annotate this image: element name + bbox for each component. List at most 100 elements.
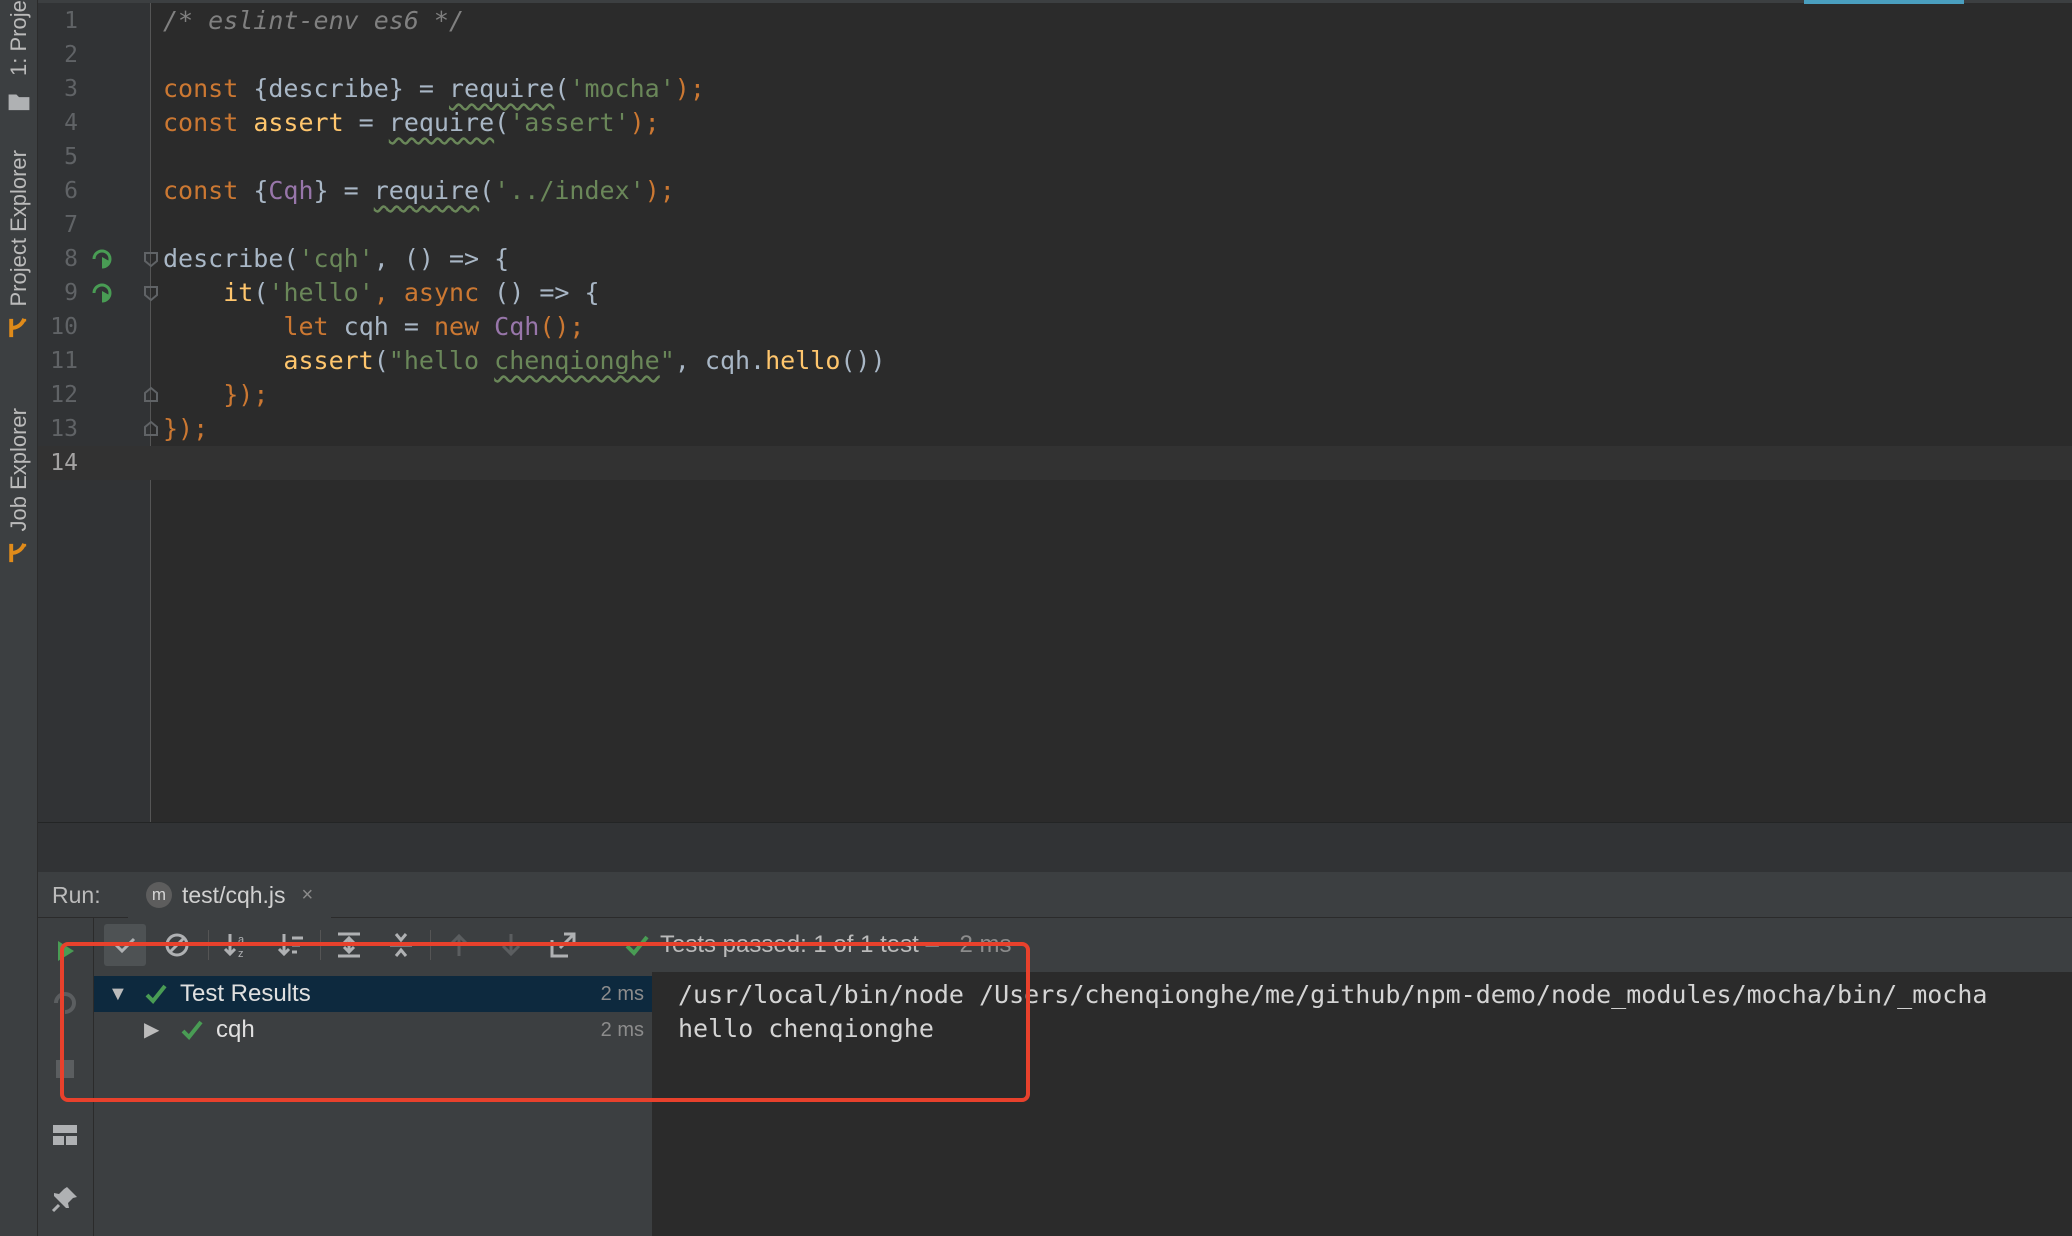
code-line[interactable]: 6 const {Cqh} = require('../index'); bbox=[38, 174, 2072, 208]
show-ignored-icon[interactable] bbox=[162, 930, 192, 960]
run-config-tab[interactable]: m test/cqh.js × bbox=[128, 872, 332, 918]
collapse-all-icon[interactable] bbox=[386, 930, 416, 960]
run-tab-title: test/cqh.js bbox=[182, 881, 286, 908]
tree-row-cqh[interactable]: ▶ cqh 2 ms bbox=[94, 1012, 652, 1048]
code-line[interactable]: 9 it('hello', async () => { bbox=[38, 276, 2072, 310]
code-line[interactable]: 12 }); bbox=[38, 378, 2072, 412]
code-line[interactable]: 1 /* eslint-env es6 */ bbox=[38, 4, 2072, 38]
export-icon[interactable] bbox=[548, 930, 578, 960]
tree-row-time: 2 ms bbox=[600, 1019, 644, 1041]
tab-project-explorer[interactable]: Project Explorer bbox=[0, 150, 38, 341]
sort-duration-icon[interactable] bbox=[276, 930, 306, 960]
code-text: assert("hello chenqionghe", cqh.hello()) bbox=[163, 344, 886, 378]
code-token: = bbox=[403, 74, 449, 103]
run-side-toolbar bbox=[38, 918, 94, 1236]
code-token: describe( bbox=[163, 244, 299, 273]
prev-failed-icon[interactable] bbox=[444, 930, 474, 960]
console-line: hello chenqionghe bbox=[678, 1014, 934, 1043]
code-token: 'cqh' bbox=[298, 244, 374, 273]
line-number: 10 bbox=[50, 314, 78, 340]
tab-project-explorer-label: Project Explorer bbox=[6, 150, 31, 307]
code-token: ); bbox=[674, 74, 705, 103]
code-text: let cqh = new Cqh(); bbox=[163, 310, 584, 344]
show-passed-icon[interactable] bbox=[110, 930, 140, 960]
fold-end-icon[interactable] bbox=[142, 420, 160, 438]
code-line[interactable]: 4 const assert = require('assert'); bbox=[38, 106, 2072, 140]
rerun-icon[interactable] bbox=[50, 936, 80, 966]
code-token: require bbox=[373, 176, 480, 205]
next-failed-icon[interactable] bbox=[496, 930, 526, 960]
code-text: const {Cqh} = require('../index'); bbox=[163, 174, 675, 208]
code-line-current[interactable]: 14 bbox=[38, 446, 2072, 480]
line-number: 2 bbox=[64, 42, 78, 68]
line-number: 14 bbox=[50, 450, 78, 476]
code-editor[interactable]: 1 /* eslint-env es6 */ 2 3 const {descri… bbox=[38, 0, 2072, 822]
tab-job-explorer-label: Job Explorer bbox=[6, 408, 31, 532]
sort-alpha-icon[interactable]: a z bbox=[222, 930, 252, 960]
code-token: , cqh. bbox=[674, 346, 766, 375]
code-token: , () => { bbox=[373, 244, 510, 273]
code-line[interactable]: 8 describe('cqh', () => { bbox=[38, 242, 2072, 276]
code-token: async bbox=[403, 278, 480, 307]
fold-end-icon[interactable] bbox=[142, 386, 160, 404]
run-test-gutter-icon[interactable] bbox=[90, 281, 114, 305]
line-number: 5 bbox=[64, 144, 78, 170]
run-tool-window-header: Run: m test/cqh.js × bbox=[38, 872, 2072, 918]
code-token: " bbox=[659, 346, 675, 375]
fold-icon[interactable] bbox=[142, 284, 160, 302]
code-token: require bbox=[388, 108, 495, 137]
chevron-right-icon[interactable]: ▶ bbox=[144, 1012, 159, 1048]
code-token: (); bbox=[539, 312, 585, 341]
test-results-tree[interactable]: ▼ Test Results 2 ms ▶ cqh 2 ms bbox=[94, 972, 652, 1236]
editor-tab-strip-edge bbox=[38, 0, 2072, 3]
code-text: it('hello', async () => { bbox=[163, 276, 599, 310]
tree-row-test-results[interactable]: ▼ Test Results 2 ms bbox=[94, 976, 652, 1012]
line-number: 6 bbox=[64, 178, 78, 204]
chevron-down-icon[interactable]: ▼ bbox=[108, 976, 128, 1012]
code-token: ( bbox=[479, 176, 495, 205]
code-token: { bbox=[253, 176, 269, 205]
expand-all-icon[interactable] bbox=[334, 930, 364, 960]
line-number: 8 bbox=[64, 246, 78, 272]
code-token: const bbox=[163, 108, 254, 137]
line-number: 1 bbox=[64, 8, 78, 34]
pin-icon[interactable] bbox=[50, 1184, 80, 1214]
run-label: Run: bbox=[52, 882, 101, 908]
code-token: }); bbox=[163, 414, 209, 443]
code-token: Cqh bbox=[268, 176, 314, 205]
code-line[interactable]: 7 bbox=[38, 208, 2072, 242]
code-line[interactable]: 13 }); bbox=[38, 412, 2072, 446]
stop-icon[interactable] bbox=[50, 1054, 80, 1084]
line-number: 9 bbox=[64, 280, 78, 306]
fold-icon[interactable] bbox=[142, 250, 160, 268]
code-token: ()) bbox=[840, 346, 886, 375]
code-line[interactable]: 2 bbox=[38, 38, 2072, 72]
tab-job-explorer[interactable]: Job Explorer bbox=[0, 408, 38, 566]
test-status-text: Tests passed: 1 of 1 test bbox=[660, 931, 919, 958]
run-test-gutter-icon[interactable] bbox=[90, 247, 114, 271]
tree-row-label: Test Results bbox=[180, 980, 311, 1007]
editor-horizontal-scrollbar[interactable] bbox=[38, 822, 2072, 872]
code-line[interactable]: 5 bbox=[38, 140, 2072, 174]
code-token: const bbox=[163, 176, 254, 205]
code-token: cqh = bbox=[343, 312, 434, 341]
code-line[interactable]: 3 const {describe} = require('mocha'); bbox=[38, 72, 2072, 106]
code-token: ( bbox=[554, 74, 570, 103]
code-token: = bbox=[328, 176, 374, 205]
git-branch-icon bbox=[9, 317, 27, 337]
code-line[interactable]: 11 assert("hello chenqionghe", cqh.hello… bbox=[38, 344, 2072, 378]
console-output[interactable]: /usr/local/bin/node /Users/chenqionghe/m… bbox=[652, 972, 2072, 1236]
test-status-duration: 2 ms bbox=[959, 931, 1012, 958]
code-token: chenqionghe bbox=[494, 346, 660, 375]
code-token: new bbox=[433, 312, 495, 341]
rerun-failed-icon[interactable] bbox=[50, 988, 80, 1018]
layout-icon[interactable] bbox=[50, 1120, 80, 1150]
close-icon[interactable]: × bbox=[302, 884, 314, 907]
code-token: '../index' bbox=[494, 176, 645, 205]
code-line[interactable]: 10 let cqh = new Cqh(); bbox=[38, 310, 2072, 344]
test-status-separator: – bbox=[918, 931, 946, 958]
mocha-icon: m bbox=[146, 882, 172, 908]
code-token: } bbox=[313, 176, 329, 205]
